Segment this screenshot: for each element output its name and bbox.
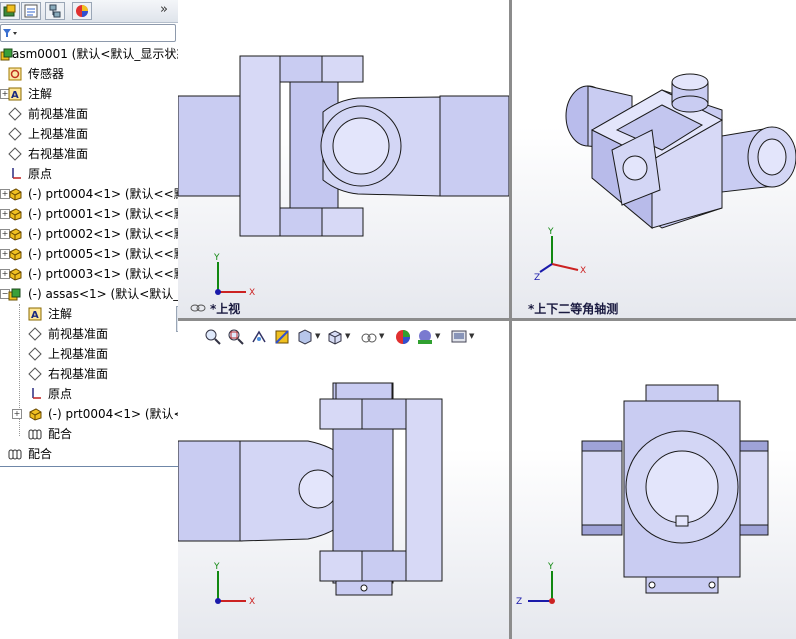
tree-item-label: (-) prt0004<1> (默认< [48, 407, 179, 421]
tree-item-label: 右视基准面 [48, 367, 109, 381]
display-style-icon[interactable] [326, 328, 344, 346]
view-orientation-icon[interactable] [296, 328, 314, 346]
tree-root-label: asm0001 (默认<默认_显示状态 [12, 47, 179, 61]
viewport-label: *上视 [210, 302, 241, 316]
tree-item-label: 右视基准面 [28, 147, 89, 161]
sensor-icon [8, 67, 22, 81]
part-icon [9, 188, 22, 201]
filter-icon [3, 29, 17, 37]
tree-item-label: 前视基准面 [28, 107, 89, 121]
svg-text:Z: Z [534, 273, 540, 282]
edit-appearance-icon[interactable] [394, 328, 412, 346]
view-triad-icon: Y X [213, 253, 255, 298]
part-icon [9, 228, 22, 241]
part-icon [29, 408, 42, 421]
origin-icon [12, 168, 21, 179]
svg-text:A: A [31, 310, 39, 321]
svg-text:X: X [249, 597, 255, 607]
viewport-front[interactable]: Y X [178, 321, 509, 639]
view-settings-dropdown-icon[interactable]: ▼ [469, 332, 474, 340]
plane-icon [28, 327, 42, 341]
viewport-label: *上下二等角轴测 [528, 302, 619, 316]
link-views-icon[interactable] [190, 302, 206, 314]
plane-icon [28, 347, 42, 361]
svg-text:Y: Y [547, 227, 554, 237]
display-manager-tab-icon[interactable] [72, 2, 92, 20]
view-settings-icon[interactable] [450, 328, 468, 346]
display-style-dropdown-icon[interactable]: ▼ [345, 332, 350, 340]
tree-item-label: (-) prt0002<1> (默认<<默 [28, 227, 179, 241]
svg-text:X: X [249, 288, 255, 298]
panel-empty-area [0, 466, 178, 639]
plane-icon [8, 127, 22, 141]
part-icon [9, 268, 22, 281]
tree-item-label: 上视基准面 [48, 347, 109, 361]
expand-toggle-icon[interactable]: + [12, 409, 22, 419]
previous-view-icon[interactable] [250, 328, 268, 346]
panel-tab-bar: » [0, 0, 178, 23]
svg-text:A: A [11, 90, 19, 101]
configuration-manager-tab-icon[interactable] [45, 2, 65, 20]
origin-icon [32, 388, 41, 399]
tree-item-label: 原点 [48, 387, 73, 401]
viewport-horizontal-divider[interactable] [178, 318, 796, 321]
tree-item-label: 原点 [28, 167, 53, 181]
svg-text:Y: Y [547, 562, 554, 572]
tree-item-label: 注解 [28, 87, 53, 101]
tree-item-label: (-) assas<1> (默认<默认_ [28, 287, 179, 301]
part-icon [9, 208, 22, 221]
plane-icon [8, 147, 22, 161]
mates-icon [28, 429, 42, 440]
tree-item-label: 配合 [48, 427, 73, 441]
feature-manager-panel: » asm0001 (默认<默认_显示状态 传感器 + A 注解 前视基准面 上… [0, 0, 179, 639]
tree-item-label: 传感器 [28, 67, 65, 81]
hide-show-dropdown-icon[interactable]: ▼ [379, 332, 384, 340]
plane-icon [8, 107, 22, 121]
zoom-to-fit-icon[interactable] [204, 328, 222, 346]
zoom-to-area-icon[interactable] [227, 328, 245, 346]
viewport-isometric[interactable]: Y X Z *上下二等角轴测 [512, 0, 796, 318]
tree-item-label: (-) prt0001<1> (默认<<默 [28, 207, 179, 221]
subassembly-icon [8, 288, 21, 301]
heads-up-view-toolbar: ▼ ▼ ▼ ▼ ▼ [200, 326, 490, 348]
feature-tree-tab-icon[interactable] [0, 2, 20, 20]
svg-text:Y: Y [213, 253, 220, 263]
expand-panel-chevron-icon[interactable]: » [160, 2, 168, 17]
view-triad-icon: Y X [213, 562, 255, 607]
view-triad-icon: Y Z [516, 562, 555, 607]
annotation-icon: A [8, 87, 22, 101]
tree-item-label: 注解 [48, 307, 73, 321]
mates-icon [8, 449, 22, 460]
tree-item-label: 上视基准面 [28, 127, 89, 141]
viewport-right[interactable]: Y Z [512, 321, 796, 639]
tree-item-label: (-) prt0003<1> (默认<<默 [28, 267, 179, 281]
tree-item-label: 前视基准面 [48, 327, 109, 341]
plane-icon [28, 367, 42, 381]
property-manager-tab-icon[interactable] [21, 2, 41, 20]
hide-show-items-icon[interactable] [360, 328, 378, 346]
svg-text:Y: Y [213, 562, 220, 572]
annotation-icon: A [28, 307, 42, 321]
section-view-icon[interactable] [273, 328, 291, 346]
tree-filter-input[interactable] [0, 24, 176, 42]
tree-item-label: (-) prt0004<1> (默认<<默 [28, 187, 179, 201]
viewport-top[interactable]: Y X *上视 [178, 0, 509, 318]
tree-item-label: (-) prt0005<1> (默认<<默 [28, 247, 179, 261]
svg-text:X: X [580, 266, 586, 276]
apply-scene-icon[interactable] [416, 328, 434, 346]
view-orientation-dropdown-icon[interactable]: ▼ [315, 332, 320, 340]
apply-scene-dropdown-icon[interactable]: ▼ [435, 332, 440, 340]
tree-item-label: 配合 [28, 447, 53, 461]
svg-text:Z: Z [516, 597, 522, 607]
view-triad-icon: Y X Z [534, 227, 586, 282]
part-icon [9, 248, 22, 261]
